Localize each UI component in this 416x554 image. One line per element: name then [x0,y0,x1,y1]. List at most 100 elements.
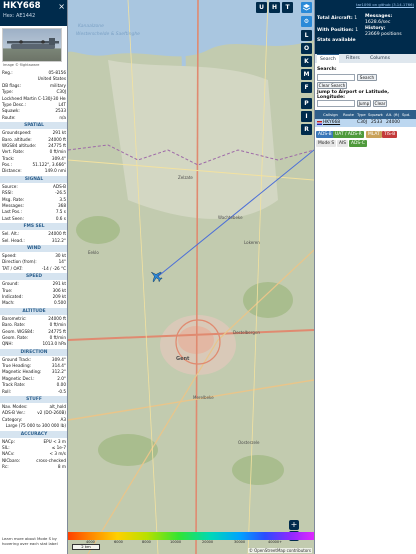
map-view[interactable]: Kanaalzone Westerschelde & Saeftinghe Ge… [68,0,314,554]
with-position-value: 1 [355,28,359,33]
info-row: TAT / OAT: -14 / -26 °C [0,265,67,272]
map-button-u[interactable]: U [256,2,267,13]
map-button-i[interactable]: I [301,111,312,122]
altitude-tick: 6000 [114,540,123,544]
map-button-h[interactable]: H [269,2,280,13]
section-header[interactable]: ACCURACY [0,430,67,438]
tab-search[interactable]: Search [317,54,339,63]
aircraft-header: HKY668 Hex: AE1442 × [0,0,67,26]
map-button-r[interactable]: R [301,124,312,135]
section-header[interactable]: DIRECTION [0,348,67,356]
search-button[interactable]: Search [357,74,377,81]
info-row: Roll: -0.5 [0,389,67,395]
info-label[interactable]: Distance: [2,168,22,174]
map-attribution[interactable]: © OpenStreetMap contributors [247,548,312,553]
jump-input[interactable] [317,100,355,107]
zoom-in-button[interactable]: + [289,520,299,530]
info-row: Distance: 149.0 nmi [0,168,67,174]
tab-columns[interactable]: Columns [367,54,393,63]
info-label[interactable]: Roll: [2,389,11,395]
layers-icon[interactable] [301,2,312,13]
info-row: Rc: 8 m [0,464,67,470]
column-header[interactable]: Alt. (ft) [386,110,399,119]
app-root: HKY668 Hex: AE1442 × Image © flightaware… [0,0,416,554]
map-label: Oosterzele [238,440,260,445]
info-label[interactable]: Route: [2,115,16,121]
footer-hint: Learn more about Mode S by hovering over… [2,536,58,546]
map-button-t[interactable]: T [282,2,293,13]
badge-modes[interactable]: Mode S [316,140,337,147]
total-aircraft-value: 1 [354,16,358,21]
row-squawk: 2533 [371,120,383,125]
section-header[interactable]: WIND [0,244,67,252]
airplane-photo-icon [7,38,59,49]
aircraft-marker-icon[interactable] [148,268,165,285]
badge-mlat[interactable]: MLAT [366,131,382,138]
jump-clear-button[interactable]: Clear [373,100,387,107]
map-button-k[interactable]: K [301,56,312,67]
section-header[interactable]: SPEED [0,273,67,281]
table-row[interactable]: HKY668 C30J 2533 24000 [315,119,416,127]
map-button-f[interactable]: F [301,82,312,93]
badge-adsc[interactable]: ADS-C [349,140,367,147]
history-label: History: [365,26,386,31]
row-callsign[interactable]: HKY668 [323,119,340,127]
info-value: 312.2° [51,237,66,243]
stats-link[interactable]: Stats available [317,38,356,43]
history-value: 23669 positions [365,32,402,37]
info-label[interactable]: TAT / OAT: [2,266,23,272]
section-header[interactable]: SPATIAL [0,122,67,130]
row-altitude: 24000 [386,120,400,125]
section-header[interactable]: SIGNAL [0,175,67,183]
badge-adsb[interactable]: ADS-B [316,131,334,138]
map-label: Westerschelde & Saeftinghe [76,32,140,37]
section-header[interactable]: FMS SEL [0,223,67,231]
badge-uat[interactable]: UAT / ADS-R [333,131,364,138]
clear-search-button[interactable]: Clear Search [317,82,347,89]
column-header[interactable]: Type [357,110,366,119]
badge-tisb[interactable]: TIS-B [382,131,398,138]
altitude-legend [68,532,314,540]
info-label[interactable]: Sel. Head.: [2,238,25,244]
section-header[interactable]: ALTITUDE [0,307,67,315]
map-button-o[interactable]: O [301,43,312,54]
map-label: Merelbeke [193,395,214,400]
info-label[interactable]: Mach: [2,300,15,306]
badge-ais[interactable]: AIS [337,140,349,147]
column-header[interactable]: Callsign [323,110,338,119]
section-header[interactable]: STUFF [0,396,67,404]
map-label: Lokeren [244,240,260,245]
settings-gear-icon[interactable]: ⚙ [301,16,312,27]
photo-credit: Image © flightaware [3,63,40,67]
info-row: QNH: 1013.0 hPa [0,341,67,347]
row-type: C30J [357,120,367,125]
panel-tabs: Search Filters Columns [315,54,416,63]
column-header[interactable]: Route [343,110,354,119]
info-label[interactable]: Rc: [2,464,9,470]
with-position: With Position: 1 [317,28,358,33]
jump-label: Jump to Airport or Latitude, Longitude: [317,90,389,100]
map-button-l[interactable]: L [301,30,312,41]
map-label: Wachtebeke [218,215,243,220]
search-input[interactable] [317,74,355,81]
version-link[interactable]: tar1090 on github (3.14.1766) [356,2,414,7]
info-value: 0.500 [54,300,66,306]
aircraft-photo[interactable] [2,28,62,62]
info-label[interactable]: QNH: [2,341,13,347]
close-icon[interactable]: × [58,2,65,11]
altitude-tick: 30000 [234,540,246,544]
map-canvas [68,0,314,554]
map-label: Eeklo [88,250,99,255]
map-button-p[interactable]: P [301,98,312,109]
map-button-m[interactable]: M [301,69,312,80]
info-label[interactable]: Last Seen: [2,216,24,222]
tab-filters[interactable]: Filters [343,54,363,63]
map-label: Kanaalzone [78,24,104,29]
column-header[interactable]: Squawk [368,110,383,119]
map-scale: 2 km [72,544,100,550]
search-label: Search: [317,67,337,72]
jump-button[interactable]: Jump [357,100,371,107]
info-value: -14 / -26 °C [41,265,66,271]
info-row: Mach: 0.500 [0,300,67,306]
table-header: Callsign Route Type Squawk Alt. (ft) Spd… [315,110,416,126]
